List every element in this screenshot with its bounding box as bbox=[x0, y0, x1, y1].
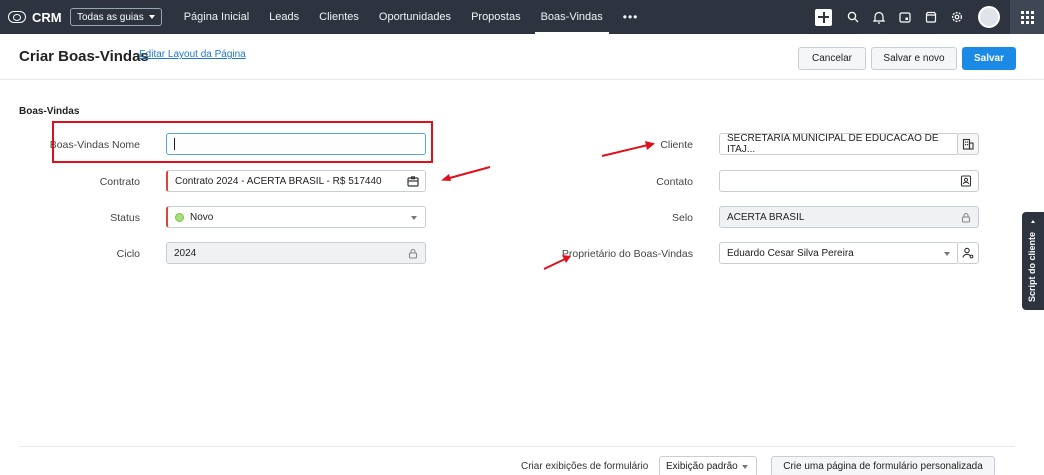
ciclo-field: 2024 bbox=[166, 242, 426, 264]
cliente-lookup-button[interactable] bbox=[957, 133, 979, 155]
lock-icon bbox=[407, 247, 419, 259]
lookup-icon[interactable] bbox=[407, 175, 419, 187]
all-tabs-dropdown[interactable]: Todas as guias bbox=[70, 8, 162, 26]
top-nav: CRM Todas as guias Página Inicial Leads … bbox=[0, 0, 1044, 34]
form-views-footer: Criar exibições de formulário Exibição p… bbox=[19, 446, 1015, 475]
nav-item-boas-vindas[interactable]: Boas-Vindas bbox=[534, 0, 609, 34]
calendar-icon[interactable] bbox=[898, 10, 912, 24]
status-value: Novo bbox=[190, 211, 214, 223]
selo-field: ACERTA BRASIL bbox=[719, 206, 979, 228]
ciclo-label: Ciclo bbox=[116, 248, 140, 260]
contact-card-icon[interactable] bbox=[960, 175, 972, 187]
chevron-down-icon bbox=[742, 465, 748, 469]
nav-item-propostas[interactable]: Propostas bbox=[471, 0, 521, 34]
search-icon[interactable] bbox=[846, 10, 860, 24]
selo-value: ACERTA BRASIL bbox=[727, 211, 805, 223]
marketplace-icon[interactable] bbox=[924, 10, 938, 24]
annotation-arrow-cliente bbox=[601, 141, 655, 157]
annotation-arrow-contrato bbox=[441, 166, 491, 181]
user-avatar[interactable] bbox=[978, 6, 1000, 28]
lock-icon bbox=[960, 211, 972, 223]
status-dot-icon bbox=[175, 212, 184, 222]
page-title: Criar Boas-Vindas bbox=[19, 48, 149, 65]
chevron-down-icon bbox=[944, 252, 950, 256]
selo-label: Selo bbox=[671, 212, 693, 224]
save-button[interactable]: Salvar bbox=[962, 47, 1016, 70]
crm-logo-icon bbox=[8, 11, 26, 23]
contrato-lookup[interactable]: Contrato 2024 - ACERTA BRASIL - R$ 51744… bbox=[166, 170, 426, 192]
client-script-tab[interactable]: Script do cliente bbox=[1022, 212, 1044, 310]
section-title: Boas-Vindas bbox=[19, 106, 80, 117]
cancel-button[interactable]: Cancelar bbox=[798, 47, 866, 70]
building-icon bbox=[962, 138, 974, 150]
assign-owner-button[interactable] bbox=[957, 242, 979, 264]
proprietario-value: Eduardo Cesar Silva Pereira bbox=[727, 247, 854, 259]
nav-item-leads[interactable]: Leads bbox=[269, 0, 299, 34]
status-select[interactable]: Novo bbox=[166, 206, 426, 228]
quick-create-plus-icon[interactable] bbox=[815, 8, 832, 26]
form-views-label: Criar exibições de formulário bbox=[521, 461, 649, 472]
all-tabs-label: Todas as guias bbox=[77, 11, 144, 23]
ciclo-value: 2024 bbox=[174, 247, 197, 259]
status-label: Status bbox=[110, 212, 140, 224]
crm-logo[interactable]: CRM bbox=[8, 10, 70, 25]
page-header: Criar Boas-Vindas Editar Layout da Págin… bbox=[0, 34, 1044, 80]
chevron-up-icon bbox=[1031, 220, 1035, 223]
form-view-value: Exibição padrão bbox=[666, 461, 738, 472]
form-view-select[interactable]: Exibição padrão bbox=[659, 456, 757, 475]
annotation-box bbox=[52, 121, 433, 163]
cliente-value: SECRETARIA MUNICIPAL DE EDUCACAO DE ITAJ… bbox=[727, 133, 939, 155]
apps-grid-icon[interactable] bbox=[1010, 0, 1044, 34]
proprietario-select[interactable]: Eduardo Cesar Silva Pereira bbox=[719, 242, 959, 264]
nav-item-home[interactable]: Página Inicial bbox=[184, 0, 249, 34]
cliente-lookup[interactable]: SECRETARIA MUNICIPAL DE EDUCACAO DE ITAJ… bbox=[719, 133, 959, 155]
user-settings-icon bbox=[962, 247, 974, 259]
bell-icon[interactable] bbox=[872, 10, 886, 24]
nav-item-clientes[interactable]: Clientes bbox=[319, 0, 359, 34]
chevron-down-icon bbox=[411, 216, 417, 220]
edit-layout-link[interactable]: Editar Layout da Página bbox=[139, 49, 246, 60]
create-custom-form-button[interactable]: Crie uma página de formulário personaliz… bbox=[771, 456, 995, 475]
contato-lookup[interactable] bbox=[719, 170, 979, 192]
nav-item-oportunidades[interactable]: Oportunidades bbox=[379, 0, 451, 34]
nav-more-button[interactable]: ••• bbox=[623, 0, 639, 34]
client-script-label: Script do cliente bbox=[1027, 231, 1037, 302]
contrato-label: Contrato bbox=[99, 176, 140, 188]
contato-label: Contato bbox=[656, 176, 693, 188]
contrato-value: Contrato 2024 - ACERTA BRASIL - R$ 51744… bbox=[175, 175, 382, 187]
brand-name: CRM bbox=[32, 9, 62, 25]
save-and-new-button[interactable]: Salvar e novo bbox=[871, 47, 957, 70]
chevron-down-icon bbox=[148, 15, 155, 19]
gear-icon[interactable] bbox=[950, 10, 964, 24]
annotation-arrow-proprietario bbox=[543, 255, 571, 270]
